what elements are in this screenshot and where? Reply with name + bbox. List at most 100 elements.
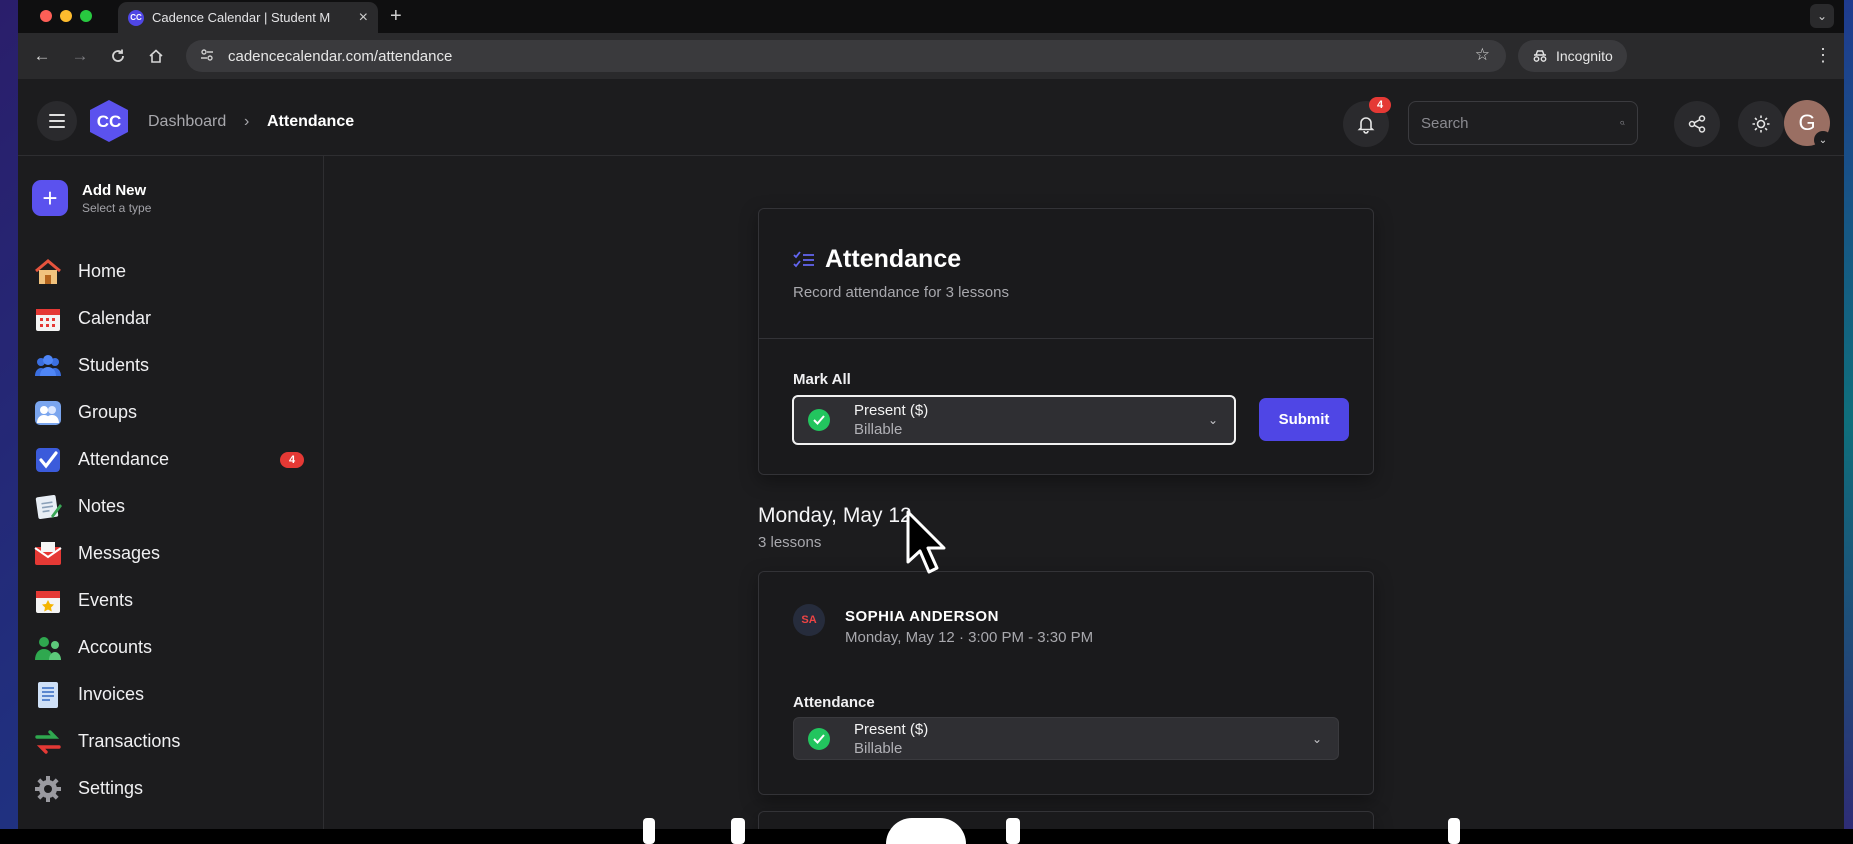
- sidebar-item-notes[interactable]: Notes: [32, 483, 312, 530]
- student-avatar: SA: [793, 604, 825, 636]
- attendance-label: Attendance: [793, 694, 875, 711]
- menu-toggle-button[interactable]: [37, 101, 77, 141]
- checklist-icon: [793, 250, 814, 267]
- sidebar-item-label: Transactions: [78, 731, 181, 751]
- page-title: Attendance: [825, 245, 962, 273]
- cadence-logo: CC: [90, 100, 128, 142]
- reload-icon[interactable]: [106, 44, 130, 68]
- caption-fragment: [1006, 818, 1020, 844]
- event-calendar-icon: [32, 585, 64, 617]
- add-new-subtitle: Select a type: [82, 200, 152, 215]
- add-new-button[interactable]: + Add New Select a type: [32, 180, 151, 216]
- forward-icon[interactable]: →: [68, 44, 92, 68]
- house-icon: [32, 256, 64, 288]
- mark-all-value: Present ($): [854, 402, 929, 419]
- lesson-time: Monday, May 12 · 3:00 PM - 3:30 PM: [845, 629, 1094, 646]
- check-circle-icon: [808, 727, 830, 750]
- mouse-cursor-icon: [906, 510, 946, 574]
- sidebar-item-settings[interactable]: Settings: [32, 765, 312, 812]
- mark-all-subvalue: Billable: [854, 421, 903, 438]
- new-tab-icon[interactable]: +: [390, 5, 402, 28]
- close-window-button[interactable]: [40, 10, 52, 22]
- lesson-attendance-select[interactable]: Present ($) Billable ⌄: [793, 717, 1339, 760]
- attendance-badge: 4: [280, 452, 304, 468]
- check-circle-icon: [808, 409, 830, 431]
- avatar-chevron-icon[interactable]: ⌄: [1814, 131, 1832, 149]
- lesson-status-subvalue: Billable: [854, 739, 903, 757]
- accounts-icon: [32, 632, 64, 664]
- browser-tab[interactable]: CC Cadence Calendar | Student M ×: [118, 2, 378, 33]
- sidebar-item-label: Events: [78, 590, 134, 610]
- incognito-indicator[interactable]: Incognito: [1518, 40, 1627, 72]
- lesson-card: SA SOPHIA ANDERSON Monday, May 12 · 3:00…: [758, 571, 1374, 795]
- sidebar-item-label: Home: [78, 261, 127, 281]
- sidebar-item-attendance[interactable]: Attendance 4: [32, 436, 312, 483]
- add-new-title: Add New: [82, 181, 147, 199]
- sidebar-item-label: Attendance: [78, 449, 170, 469]
- close-tab-icon[interactable]: ×: [359, 9, 368, 27]
- maximize-window-button[interactable]: [80, 10, 92, 22]
- attendance-card: Attendance Record attendance for 3 lesso…: [758, 208, 1374, 475]
- incognito-icon: [1533, 50, 1547, 62]
- lesson-status-value: Present ($): [854, 720, 929, 738]
- home-icon[interactable]: [144, 44, 168, 68]
- sidebar-item-calendar[interactable]: Calendar: [32, 295, 312, 342]
- sidebar-item-accounts[interactable]: Accounts: [32, 624, 312, 671]
- search-input[interactable]: [1421, 114, 1620, 132]
- student-name[interactable]: SOPHIA ANDERSON: [845, 608, 999, 625]
- main-content: Attendance Record attendance for 3 lesso…: [324, 156, 1844, 844]
- svg-text:CC: CC: [97, 112, 122, 131]
- sidebar-item-label: Accounts: [78, 637, 153, 657]
- bookmark-star-icon[interactable]: ☆: [1475, 45, 1490, 65]
- sidebar-item-label: Messages: [78, 543, 161, 563]
- site-settings-icon[interactable]: [200, 48, 214, 65]
- share-icon: [1688, 115, 1706, 133]
- sidebar-item-label: Students: [78, 355, 150, 375]
- sidebar-item-groups[interactable]: Groups: [32, 389, 312, 436]
- search-box[interactable]: [1408, 101, 1638, 145]
- gear-icon: [32, 773, 64, 805]
- sidebar-item-students[interactable]: Students: [32, 342, 312, 389]
- mark-all-label: Mark All: [793, 371, 851, 388]
- checkbox-icon: [32, 444, 64, 476]
- caption-fragment: [643, 818, 655, 844]
- browser-toolbar: ← → cadencecalendar.com/attendance ☆ Inc…: [18, 33, 1844, 79]
- caption-fragment: [886, 818, 966, 844]
- sidebar-item-label: Groups: [78, 402, 138, 422]
- sidebar-item-invoices[interactable]: Invoices: [32, 671, 312, 718]
- chevron-down-icon: ⌄: [1207, 413, 1218, 427]
- favicon-icon: CC: [128, 9, 144, 26]
- minimize-window-button[interactable]: [60, 10, 72, 22]
- sidebar-item-events[interactable]: Events: [32, 577, 312, 624]
- sidebar-item-messages[interactable]: Messages: [32, 530, 312, 577]
- attendance-card-header: Attendance Record attendance for 3 lesso…: [759, 209, 1373, 339]
- sidebar-item-transactions[interactable]: Transactions: [32, 718, 312, 765]
- theme-toggle-button[interactable]: [1738, 101, 1784, 147]
- envelope-icon: [32, 538, 64, 570]
- browser-window: CC Cadence Calendar | Student M × + ⌄ ← …: [18, 0, 1844, 844]
- caption-fragment: [1448, 818, 1460, 844]
- sidebar-nav: Home Calendar Students Groups Attendance…: [32, 248, 312, 812]
- sidebar-item-label: Invoices: [78, 684, 145, 704]
- lesson-count: 3 lessons: [758, 534, 822, 551]
- day-heading: Monday, May 12: [758, 504, 912, 527]
- mark-all-select[interactable]: Present ($) Billable ⌄: [792, 395, 1236, 445]
- tab-search-chevron-icon[interactable]: ⌄: [1810, 4, 1834, 28]
- back-icon[interactable]: ←: [30, 44, 54, 68]
- notes-icon: [32, 491, 64, 523]
- calendar-icon: [32, 303, 64, 335]
- notifications-button[interactable]: 4: [1343, 97, 1391, 147]
- app-header: CC Dashboard › Attendance 4 G ⌄: [18, 79, 1844, 156]
- sidebar-item-label: Calendar: [78, 308, 152, 328]
- url-text: cadencecalendar.com/attendance: [228, 47, 453, 65]
- submit-button[interactable]: Submit: [1259, 398, 1349, 441]
- breadcrumb-dashboard[interactable]: Dashboard: [148, 113, 226, 131]
- address-bar[interactable]: cadencecalendar.com/attendance ☆: [186, 40, 1506, 72]
- plus-icon: +: [32, 180, 68, 216]
- students-icon: [32, 350, 64, 382]
- breadcrumb-separator: ›: [244, 113, 250, 130]
- share-button[interactable]: [1674, 101, 1720, 147]
- notification-badge: 4: [1369, 97, 1391, 113]
- browser-menu-icon[interactable]: ⋮: [1814, 45, 1832, 66]
- sidebar-item-home[interactable]: Home: [32, 248, 312, 295]
